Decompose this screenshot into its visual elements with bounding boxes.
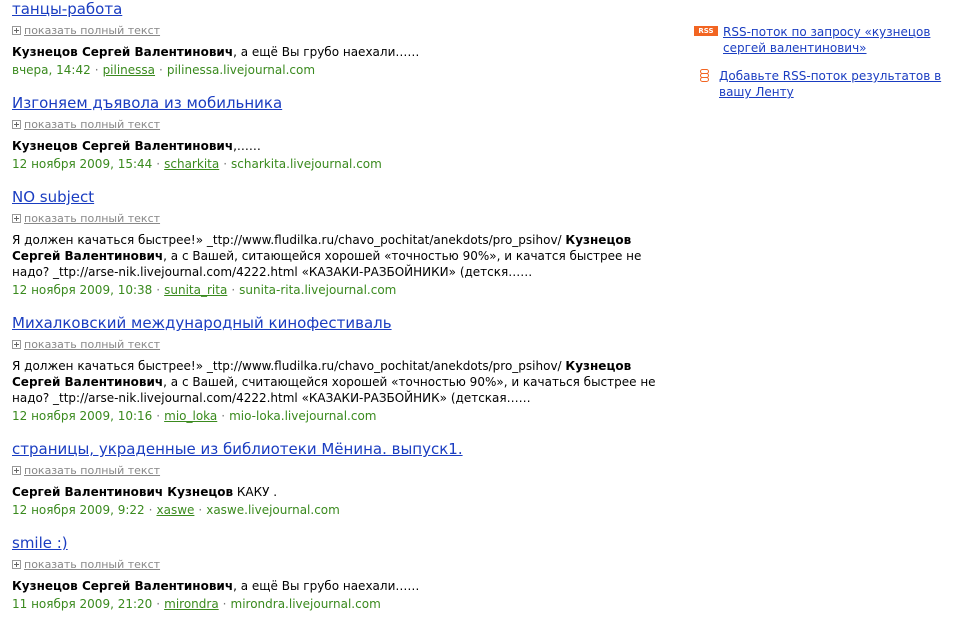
- result-snippet: Кузнецов Сергей Валентинович,……: [12, 138, 657, 154]
- result-date: 12 ноября 2009, 10:16: [12, 409, 153, 423]
- meta-separator: ·: [231, 283, 236, 297]
- result-date: 12 ноября 2009, 15:44: [12, 157, 153, 171]
- result-meta: 12 ноября 2009, 15:44 · scharkita · scharkit…: [12, 156, 662, 172]
- meta-separator: ·: [198, 503, 203, 517]
- search-result: NO subject показать полный текст Я долже…: [12, 188, 662, 314]
- rss-feed-link[interactable]: RSS-поток по запросу «кузнецов сергей ва…: [723, 24, 944, 56]
- show-full-text-toggle[interactable]: показать полный текст: [12, 23, 662, 37]
- result-date: 12 ноября 2009, 10:38: [12, 283, 153, 297]
- result-user-link[interactable]: mirondra: [164, 597, 219, 611]
- show-full-text-toggle[interactable]: показать полный текст: [12, 337, 662, 351]
- result-snippet: Кузнецов Сергей Валентинович, а ещё Вы г…: [12, 578, 657, 594]
- result-meta: вчера, 14:42 · pilinessa · pilinessa.livejou…: [12, 62, 662, 78]
- meta-separator: ·: [156, 597, 161, 611]
- result-host: mio-loka.livejournal.com: [229, 409, 377, 423]
- result-date: 12 ноября 2009, 9:22: [12, 503, 145, 517]
- meta-separator: ·: [156, 409, 161, 423]
- result-host: sunita-rita.livejournal.com: [239, 283, 397, 297]
- result-snippet: Кузнецов Сергей Валентинович, а ещё Вы г…: [12, 44, 657, 60]
- meta-separator: ·: [148, 503, 153, 517]
- feed-stack-icon[interactable]: [698, 69, 710, 83]
- result-snippet: Сергей Валентинович Кузнецов КАКУ .: [12, 484, 657, 500]
- search-result: Михалковский международный кинофестиваль…: [12, 314, 662, 440]
- result-user-link[interactable]: xaswe: [156, 503, 194, 517]
- search-result: smile :) показать полный текст Кузнецов …: [12, 534, 662, 628]
- result-host: xaswe.livejournal.com: [206, 503, 340, 517]
- snippet-text: Я должен качаться быстрее!» _ttp://www.f…: [12, 233, 566, 247]
- result-title-link[interactable]: NO subject: [12, 188, 662, 206]
- snippet-text: Я должен качаться быстрее!» _ttp://www.f…: [12, 359, 566, 373]
- show-full-text-toggle[interactable]: показать полный текст: [12, 117, 662, 131]
- result-user-link[interactable]: mio_loka: [164, 409, 217, 423]
- expand-plus-icon[interactable]: [12, 559, 21, 569]
- show-full-text-toggle[interactable]: показать полный текст: [12, 557, 662, 571]
- meta-separator: ·: [94, 63, 99, 77]
- meta-separator: ·: [159, 63, 163, 77]
- meta-separator: ·: [156, 283, 161, 297]
- meta-separator: ·: [222, 597, 227, 611]
- snippet-text: ,……: [233, 139, 261, 153]
- result-snippet: Я должен качаться быстрее!» _ttp://www.f…: [12, 232, 657, 280]
- show-full-text-toggle[interactable]: показать полный текст: [12, 463, 662, 477]
- expand-plus-icon[interactable]: [12, 213, 21, 223]
- show-full-text-label[interactable]: показать полный текст: [24, 118, 160, 131]
- show-full-text-label[interactable]: показать полный текст: [24, 212, 160, 225]
- result-title-link[interactable]: smile :): [12, 534, 662, 552]
- add-feed-row: Добавьте RSS-поток результатов в вашу Ле…: [694, 68, 944, 100]
- result-title-link[interactable]: Михалковский международный кинофестиваль: [12, 314, 662, 332]
- meta-separator: ·: [221, 409, 226, 423]
- result-meta: 11 ноября 2009, 21:20 · mirondra · mirondra.…: [12, 596, 662, 612]
- search-result: Изгоняем дъявола из мобильника показать …: [12, 94, 662, 188]
- add-feed-link[interactable]: Добавьте RSS-поток результатов в вашу Ле…: [719, 68, 944, 100]
- result-title-link[interactable]: Изгоняем дъявола из мобильника: [12, 94, 662, 112]
- result-host: mirondra.livejournal.com: [230, 597, 381, 611]
- result-title-link[interactable]: танцы-работа: [12, 0, 662, 18]
- rss-badge-icon[interactable]: RSS: [694, 26, 718, 36]
- show-full-text-toggle[interactable]: показать полный текст: [12, 211, 662, 225]
- search-result: танцы-работа показать полный текст Кузне…: [12, 0, 662, 94]
- snippet-highlight: Кузнецов Сергей Валентинович: [12, 139, 234, 153]
- expand-plus-icon[interactable]: [12, 339, 21, 349]
- snippet-highlight: Сергей Валентинович Кузнецов: [12, 485, 234, 499]
- meta-separator: ·: [223, 157, 228, 171]
- result-meta: 12 ноября 2009, 10:16 · mio_loka · mio-loka.…: [12, 408, 662, 424]
- show-full-text-label[interactable]: показать полный текст: [24, 558, 160, 571]
- result-user-link[interactable]: pilinessa: [103, 63, 155, 77]
- result-date: 11 ноября 2009, 21:20: [12, 597, 153, 611]
- expand-plus-icon[interactable]: [12, 119, 21, 129]
- snippet-highlight: Кузнецов Сергей Валентинович: [12, 579, 234, 593]
- search-results-list: танцы-работа показать полный текст Кузне…: [12, 0, 662, 628]
- result-title-link[interactable]: страницы, украденные из библиотеки Мёнин…: [12, 440, 662, 458]
- result-user-link[interactable]: scharkita: [164, 157, 219, 171]
- expand-plus-icon[interactable]: [12, 465, 21, 475]
- snippet-text: КАКУ .: [233, 485, 278, 499]
- search-result: страницы, украденные из библиотеки Мёнин…: [12, 440, 662, 534]
- show-full-text-label[interactable]: показать полный текст: [24, 24, 160, 37]
- result-host: scharkita.livejournal.com: [231, 157, 382, 171]
- rss-sidebar: RSS RSS-поток по запросу «кузнецов серге…: [694, 24, 944, 100]
- result-date: вчера, 14:42: [12, 63, 91, 77]
- result-user-link[interactable]: sunita_rita: [164, 283, 227, 297]
- rss-feed-row: RSS RSS-поток по запросу «кузнецов серге…: [694, 24, 944, 56]
- meta-separator: ·: [156, 157, 161, 171]
- result-snippet: Я должен качаться быстрее!» _ttp://www.f…: [12, 358, 657, 406]
- result-meta: 12 ноября 2009, 10:38 · sunita_rita · sunita…: [12, 282, 662, 298]
- snippet-text: , а ещё Вы грубо наехали……: [233, 45, 420, 59]
- show-full-text-label[interactable]: показать полный текст: [24, 338, 160, 351]
- snippet-text: , а ещё Вы грубо наехали……: [233, 579, 420, 593]
- result-meta: 12 ноября 2009, 9:22 · xaswe · xaswe.livejou…: [12, 502, 662, 518]
- result-host: pilinessa.livejournal.com: [166, 63, 316, 77]
- expand-plus-icon[interactable]: [12, 25, 21, 35]
- show-full-text-label[interactable]: показать полный текст: [24, 464, 160, 477]
- snippet-highlight: Кузнецов Сергей Валентинович: [12, 45, 234, 59]
